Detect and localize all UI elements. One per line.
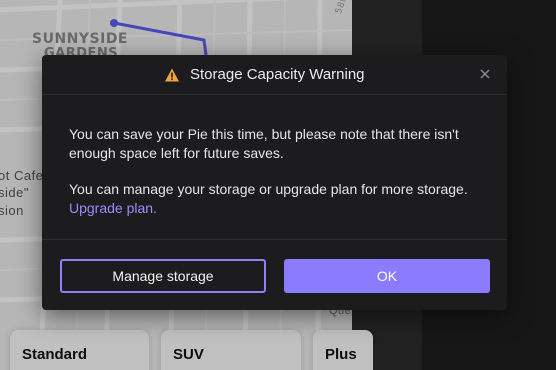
dialog-title: Storage Capacity Warning <box>190 66 365 83</box>
dialog-header: Storage Capacity Warning <box>42 55 507 95</box>
dialog-divider <box>42 239 507 240</box>
dialog-body: You can save your Pie this time, but ple… <box>69 125 489 218</box>
storage-warning-dialog: Storage Capacity Warning You can save yo… <box>42 55 507 310</box>
dialog-message-2: You can manage your storage or upgrade p… <box>69 180 489 218</box>
dialog-message: You can save your Pie this time, but ple… <box>69 126 459 161</box>
dialog-message-text: You can manage your storage or upgrade p… <box>69 181 468 197</box>
upgrade-plan-link[interactable]: Upgrade plan. <box>69 200 157 216</box>
manage-storage-button[interactable]: Manage storage <box>60 259 266 293</box>
warning-icon <box>165 68 179 82</box>
ok-button[interactable]: OK <box>284 259 490 293</box>
close-icon[interactable] <box>478 67 492 81</box>
